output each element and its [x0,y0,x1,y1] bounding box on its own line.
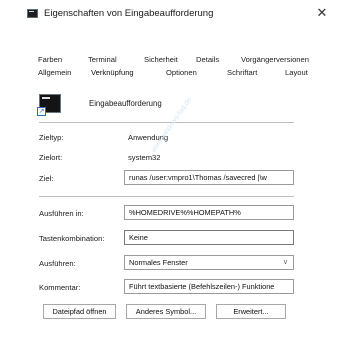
anderes-symbol-button[interactable]: Anderes Symbol... [126,304,206,319]
close-button[interactable]: ✕ [312,4,332,22]
zielort-label: Zielort: [39,153,63,162]
ausfuehren-selected-value: Normales Fenster [129,258,188,267]
ausfuehren-in-input[interactable]: %HOMEDRIVE%%HOMEPATH% [124,205,294,220]
tab-sicherheit[interactable]: Sicherheit [144,55,178,64]
tab-vorgaengerversionen[interactable]: Vorgängerversionen [241,55,309,64]
tab-allgemein[interactable]: Allgemein [38,68,71,77]
divider [39,196,294,197]
zieltyp-label: Zieltyp: [39,133,64,142]
tastenkombination-label: Tastenkombination: [39,234,105,243]
kommentar-value: Führt textbasierte (Befehlszeilen-) Funk… [129,282,275,291]
shortcut-arrow-icon: ↗ [37,107,46,116]
ausfuehren-label: Ausführen: [39,259,76,268]
ausfuehren-in-label: Ausführen in: [39,209,84,218]
tab-optionen[interactable]: Optionen [166,68,197,77]
zielort-value: system32 [128,153,161,162]
tab-layout[interactable]: Layout [285,68,308,77]
kommentar-label: Kommentar: [39,283,81,292]
title-bar: Eigenschaften von Eingabeaufforderung ✕ [0,0,350,26]
command-prompt-icon: ↗ [37,94,61,116]
tab-details[interactable]: Details [196,55,219,64]
dateipfad-oeffnen-button[interactable]: Dateipfad öffnen [43,304,116,319]
chevron-down-icon: ∨ [282,259,288,266]
ziel-input[interactable]: runas /user:vmpro1\Thomas /savecred |\w [124,170,294,185]
shortcut-name: Eingabeaufforderung [89,99,162,108]
console-icon [27,9,38,18]
tab-verknuepfung[interactable]: Verknüpfung [91,68,134,77]
ausfuehren-select[interactable]: Normales Fenster ∨ [124,255,294,270]
tastenkombination-value: Keine [129,233,148,242]
erweitert-button[interactable]: Erweitert... [216,304,286,319]
divider [39,122,294,123]
ziel-input-value: runas /user:vmpro1\Thomas /savecred |\w [129,173,267,182]
kommentar-input[interactable]: Führt textbasierte (Befehlszeilen-) Funk… [124,279,294,294]
tab-terminal[interactable]: Terminal [88,55,117,64]
tab-farben[interactable]: Farben [38,55,62,64]
tab-schriftart[interactable]: Schriftart [227,68,257,77]
ausfuehren-in-value: %HOMEDRIVE%%HOMEPATH% [129,208,241,217]
window-title: Eigenschaften von Eingabeaufforderung [44,8,214,19]
tastenkombination-input[interactable]: Keine [124,230,294,245]
ziel-label: Ziel: [39,174,54,183]
